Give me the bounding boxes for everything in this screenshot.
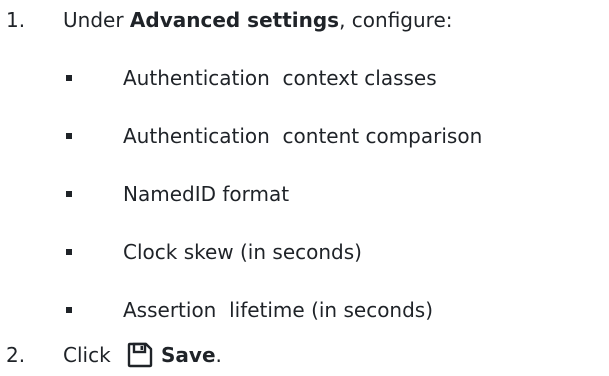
save-label: Save	[161, 343, 216, 367]
bullet-icon	[66, 191, 72, 197]
save-icon	[127, 342, 153, 368]
step-number: 2.	[6, 343, 26, 367]
bullet-icon	[66, 307, 72, 313]
bullet-icon	[66, 75, 72, 81]
bullet-icon	[66, 133, 72, 139]
list-item-label: Assertion lifetime (in seconds)	[123, 298, 434, 322]
step-prefix: Under	[63, 8, 130, 32]
list-item-label: Clock skew (in seconds)	[123, 240, 362, 264]
list-item-label: NamedID format	[123, 182, 290, 206]
step-text: Under Advanced settings , configure:	[63, 5, 453, 35]
list-item-label: Authentication context classes	[123, 66, 437, 90]
list-item-label: Authentication content comparison	[123, 124, 483, 148]
step-suffix: .	[215, 343, 222, 367]
step-number: 1.	[6, 8, 26, 32]
bullet-icon	[66, 249, 72, 255]
step-text: Click Save .	[63, 340, 222, 370]
advanced-settings-label: Advanced settings	[129, 8, 340, 32]
step-suffix: , configure:	[339, 8, 453, 32]
step-prefix: Click	[63, 343, 118, 367]
